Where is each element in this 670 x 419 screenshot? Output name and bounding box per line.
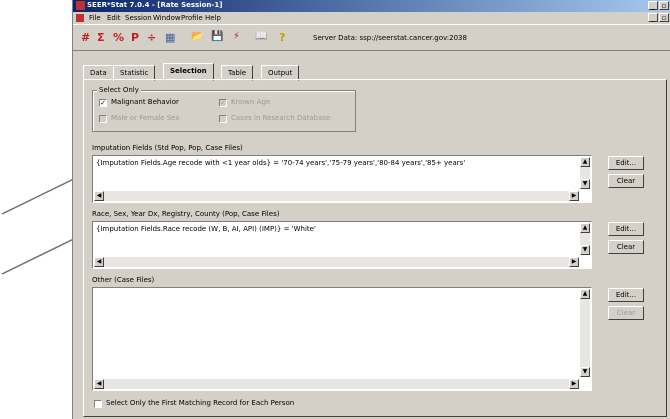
menu-help[interactable]: Help [205,14,221,22]
other-edit-button[interactable]: Edit... [608,288,644,302]
app-icon [76,1,85,10]
save-icon[interactable]: 💾 [211,31,223,42]
other-case-files-label: Other (Case Files) [92,276,155,284]
p-icon[interactable]: P [131,31,139,44]
scroll-down-icon[interactable]: ▼ [580,179,590,189]
selection-panel: Select Only ✓ Malignant Behavior ✓ Known… [83,79,667,417]
title-bar: SEER*Stat 7.0.4 - [Rate Session-1] _ ▫ [73,0,670,12]
scroll-right-icon[interactable]: ▶ [569,191,579,201]
open-folder-icon[interactable]: 📂 [191,31,203,42]
other-horizontal-scrollbar[interactable]: ◀ ▶ [94,379,579,389]
menu-file[interactable]: File [89,14,101,22]
child-window-icon [76,14,84,22]
other-clear-button[interactable]: Clear [608,306,644,320]
cases-in-research-database-label: Cases in Research Database [231,114,331,122]
cases-in-research-database-checkbox[interactable] [219,115,227,123]
grid-icon[interactable]: ▦ [165,31,175,44]
help-icon[interactable]: ? [279,31,285,44]
scroll-up-icon[interactable]: ▲ [580,157,590,167]
imputation-clear-button[interactable]: Clear [608,174,644,188]
menu-bar: File Edit Session Window Profile Help _ … [73,12,670,24]
race-sex-textbox[interactable]: {Imputation Fields.Race recode (W, B, AI… [92,221,592,269]
child-restore-button[interactable]: ▫ [659,13,669,22]
imputation-fields-textbox[interactable]: {Imputation Fields.Age recode with <1 ye… [92,155,592,203]
menu-session[interactable]: Session [125,14,152,22]
other-vertical-scrollbar[interactable]: ▲ ▼ [580,289,590,377]
select-only-label: Select Only [97,86,141,94]
hash-icon[interactable]: # [81,31,90,44]
child-minimize-button[interactable]: _ [648,13,658,22]
malignant-behavior-checkbox[interactable]: ✓ [99,99,107,107]
first-matching-record-label: Select Only the First Matching Record fo… [106,399,295,407]
first-matching-record-checkbox[interactable] [94,400,102,408]
imputation-fields-text: {Imputation Fields.Age recode with <1 ye… [96,159,466,167]
other-case-files-textbox[interactable]: ▲ ▼ ◀ ▶ [92,287,592,391]
imputation-fields-vertical-scrollbar[interactable]: ▲ ▼ [580,157,590,189]
imputation-fields-horizontal-scrollbar[interactable]: ◀ ▶ [94,191,579,201]
imputation-edit-button[interactable]: Edit... [608,156,644,170]
race-sex-clear-button[interactable]: Clear [608,240,644,254]
scroll-down-icon[interactable]: ▼ [580,367,590,377]
race-sex-horizontal-scrollbar[interactable]: ◀ ▶ [94,257,579,267]
minimize-button[interactable]: _ [648,1,658,10]
known-age-label: Known Age [231,98,271,106]
race-sex-text: {Imputation Fields.Race recode (W, B, AI… [96,225,316,233]
race-sex-vertical-scrollbar[interactable]: ▲ ▼ [580,223,590,255]
scroll-up-icon[interactable]: ▲ [580,289,590,299]
scroll-left-icon[interactable]: ◀ [94,379,104,389]
imputation-fields-label: Imputation Fields (Std Pop, Pop, Case Fi… [92,144,243,152]
malignant-behavior-label: Malignant Behavior [111,98,179,106]
toolbar: # Σ % P ÷ ▦ 📂 💾 ⚡ 📖 ? Server Data: ssp:/… [73,24,670,51]
known-age-checkbox[interactable]: ✓ [219,99,227,107]
application-window: SEER*Stat 7.0.4 - [Rate Session-1] _ ▫ F… [72,0,670,419]
race-sex-label: Race, Sex, Year Dx, Registry, County (Po… [92,210,280,218]
scroll-right-icon[interactable]: ▶ [569,257,579,267]
male-or-female-sex-checkbox[interactable] [99,115,107,123]
menu-edit[interactable]: Edit [107,14,121,22]
divide-icon[interactable]: ÷ [147,31,156,44]
scroll-up-icon[interactable]: ▲ [580,223,590,233]
lightning-icon[interactable]: ⚡ [233,31,240,42]
male-or-female-sex-label: Male or Female Sex [111,114,180,122]
restore-button[interactable]: ▫ [659,1,669,10]
menu-profile[interactable]: Profile [181,14,203,22]
scroll-right-icon[interactable]: ▶ [569,379,579,389]
race-sex-edit-button[interactable]: Edit... [608,222,644,236]
scroll-down-icon[interactable]: ▼ [580,245,590,255]
scroll-left-icon[interactable]: ◀ [94,257,104,267]
window-title: SEER*Stat 7.0.4 - [Rate Session-1] [87,1,223,9]
scroll-left-icon[interactable]: ◀ [94,191,104,201]
book-icon[interactable]: 📖 [255,31,267,42]
server-data-label: Server Data: ssp://seerstat.cancer.gov:2… [313,34,467,42]
percent-icon[interactable]: % [113,31,124,44]
sigma-icon[interactable]: Σ [97,31,105,44]
menu-window[interactable]: Window [153,14,181,22]
select-only-group: Select Only ✓ Malignant Behavior ✓ Known… [92,86,356,132]
